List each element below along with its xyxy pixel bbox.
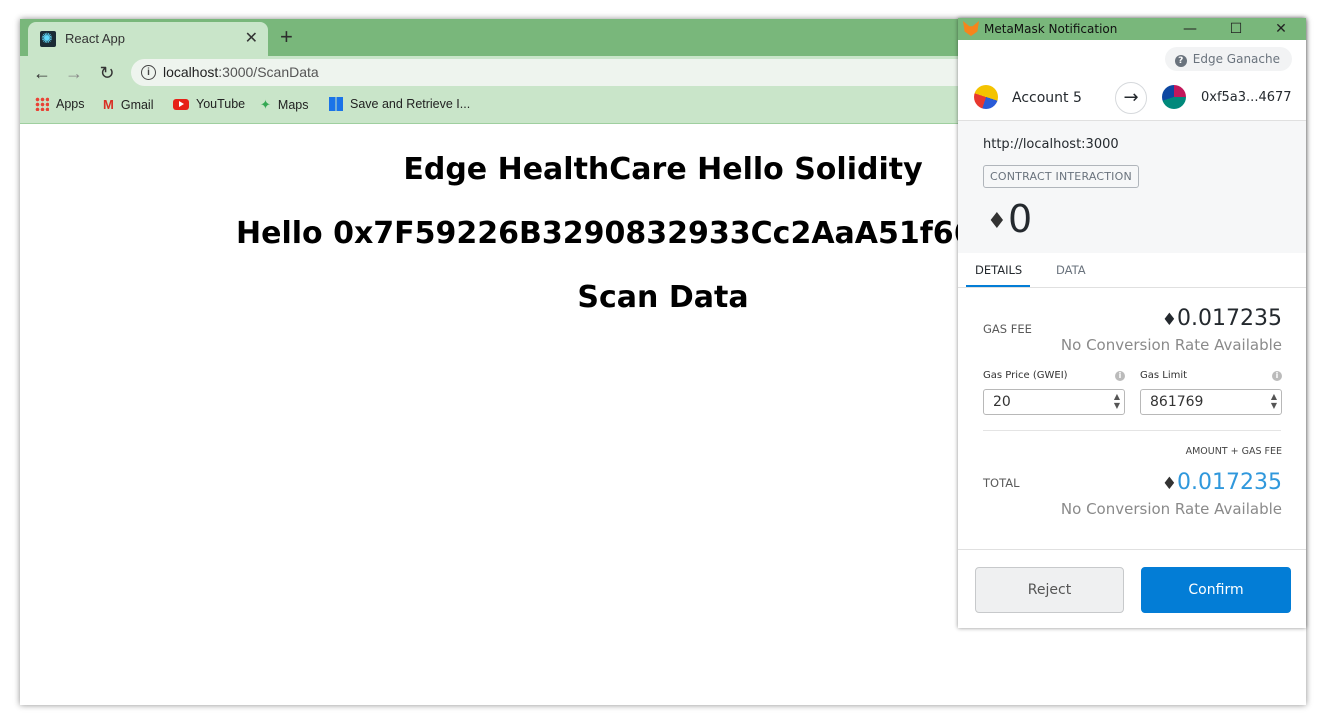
bookmark-label: YouTube: [196, 97, 246, 111]
total-value: ♦0.017235: [1162, 470, 1282, 495]
network-name: Edge Ganache: [1192, 52, 1280, 66]
detail-tabs: DETAILS DATA: [958, 253, 1306, 288]
gas-limit-value: 861769: [1150, 394, 1204, 410]
address-bar[interactable]: i localhost:3000/ScanData: [131, 59, 1011, 86]
bookmark-label: Maps: [277, 98, 309, 112]
new-tab-plus-icon[interactable]: +: [280, 24, 293, 50]
tab-data[interactable]: DATA: [1056, 263, 1086, 277]
stepper-arrows-icon[interactable]: ▲ ▼: [1269, 392, 1279, 410]
gas-limit-label: Gas Limit: [1140, 370, 1188, 381]
tab-details[interactable]: DETAILS: [965, 263, 1031, 287]
gas-price-input[interactable]: 20 ▲ ▼: [983, 389, 1125, 415]
gas-fee-label: GAS FEE: [983, 322, 1032, 336]
origin-url: http://localhost:3000: [983, 137, 1119, 152]
to-address: 0xf5a3...4677: [1201, 90, 1292, 105]
metamask-popup: MetaMask Notification — ☐ ✕ ? Edge Ganach…: [958, 18, 1306, 628]
hello-address-heading: Hello 0x7F59226B3290832933Cc2AaA51f6637c…: [236, 216, 1055, 251]
divider: [983, 430, 1281, 431]
ethereum-icon: ♦: [987, 209, 1007, 234]
total-conversion-note: No Conversion Rate Available: [1060, 500, 1282, 518]
close-icon[interactable]: ✕: [1259, 18, 1303, 40]
arrow-right-icon: →: [1115, 82, 1147, 114]
ethereum-icon: ♦: [1161, 310, 1178, 330]
info-icon[interactable]: i: [1115, 371, 1125, 381]
amount-gas-fee-label: AMOUNT + GAS FEE: [1185, 446, 1282, 457]
react-favicon-icon: [40, 30, 56, 47]
url-text: localhost:3000/ScanData: [163, 64, 319, 80]
action-footer: Reject Confirm: [958, 549, 1306, 628]
bookmark-youtube[interactable]: YouTube: [173, 97, 245, 111]
ethereum-icon: ♦: [1161, 474, 1178, 494]
gmail-icon: M: [103, 97, 114, 112]
site-info-icon[interactable]: i: [141, 65, 156, 80]
gas-fee-conversion-note: No Conversion Rate Available: [1060, 336, 1282, 354]
account-transfer-row: Account 5 → 0xf5a3...4677: [958, 76, 1306, 121]
tab-close-icon[interactable]: ✕: [245, 28, 258, 48]
from-account-name: Account 5: [1012, 90, 1082, 106]
from-account-avatar: [974, 85, 998, 109]
bookmark-apps[interactable]: Apps: [35, 97, 85, 111]
tab-react-app[interactable]: React App ✕: [28, 22, 268, 56]
reload-icon[interactable]: ↻: [96, 62, 118, 84]
stepper-arrows-icon[interactable]: ▲ ▼: [1112, 392, 1122, 410]
apps-grid-icon: [35, 97, 49, 111]
bookmark-site-icon: [329, 97, 343, 111]
bookmark-gmail[interactable]: M Gmail: [103, 97, 154, 112]
tab-title: React App: [65, 31, 125, 46]
network-selector[interactable]: ? Edge Ganache: [1164, 47, 1292, 71]
total-label: TOTAL: [983, 476, 1020, 490]
bookmark-save-retrieve[interactable]: Save and Retrieve I...: [329, 97, 470, 111]
reject-button[interactable]: Reject: [975, 567, 1124, 613]
bookmark-label: Apps: [56, 97, 85, 111]
gas-fee-amount: 0.017235: [1177, 306, 1282, 331]
transaction-summary: http://localhost:3000 CONTRACT INTERACTI…: [958, 121, 1306, 253]
bookmark-label: Gmail: [120, 97, 154, 112]
to-account-avatar: [1162, 85, 1186, 109]
url-host: localhost: [163, 64, 219, 80]
minimize-icon[interactable]: —: [1168, 18, 1212, 40]
gas-price-label: Gas Price (GWEI): [983, 370, 1068, 381]
gas-fee-value: ♦0.017235: [1162, 306, 1282, 331]
contract-interaction-badge: CONTRACT INTERACTION: [983, 165, 1139, 188]
transaction-amount: 0: [1008, 197, 1033, 241]
metamask-window-title: MetaMask Notification: [984, 22, 1118, 36]
bookmark-maps[interactable]: ✦ Maps: [260, 97, 308, 113]
metamask-fox-icon: [963, 21, 979, 36]
total-amount: 0.017235: [1177, 470, 1282, 495]
confirm-button[interactable]: Confirm: [1141, 567, 1291, 613]
url-path: :3000/ScanData: [218, 64, 319, 80]
gas-limit-input[interactable]: 861769 ▲ ▼: [1140, 389, 1282, 415]
youtube-icon: [173, 98, 189, 110]
maximize-icon[interactable]: ☐: [1214, 18, 1258, 40]
gas-price-value: 20: [993, 394, 1011, 410]
metamask-titlebar: MetaMask Notification — ☐ ✕: [958, 18, 1306, 40]
info-icon[interactable]: i: [1272, 371, 1282, 381]
back-arrow-icon[interactable]: ←: [31, 62, 53, 84]
maps-pin-icon: ✦: [260, 97, 271, 112]
forward-arrow-icon[interactable]: →: [63, 62, 85, 84]
bookmark-label: Save and Retrieve I...: [350, 97, 471, 111]
help-icon: ?: [1174, 55, 1187, 67]
